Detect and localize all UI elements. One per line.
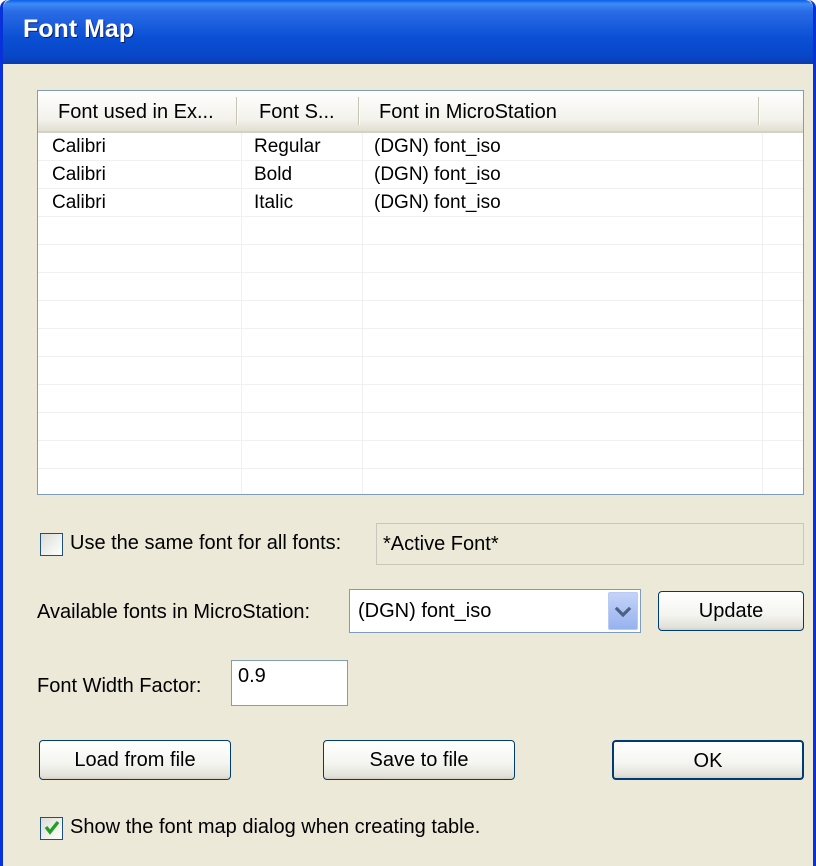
save-to-file-button[interactable]: Save to file [323, 740, 515, 780]
empty-row [38, 329, 803, 357]
update-button[interactable]: Update [658, 591, 804, 631]
empty-row [38, 273, 803, 301]
font-map-list[interactable]: Font used in Ex... Font S... Font in Mic… [37, 90, 804, 495]
cell-microstation-font: (DGN) font_iso [374, 192, 501, 213]
chevron-down-icon [614, 606, 632, 618]
empty-row [38, 245, 803, 273]
column-separator[interactable] [358, 97, 360, 125]
load-from-file-button[interactable]: Load from file [39, 740, 231, 780]
table-row[interactable]: Calibri Italic (DGN) font_iso [38, 189, 803, 217]
show-dialog-label: Show the font map dialog when creating t… [70, 816, 481, 838]
column-header-microstation-font[interactable]: Font in MicroStation [379, 91, 749, 133]
dropdown-selected-value: (DGN) font_iso [358, 600, 492, 622]
column-header-excel-font[interactable]: Font used in Ex... [58, 91, 238, 133]
same-font-field: *Active Font* [376, 523, 804, 565]
same-font-checkbox[interactable] [40, 533, 63, 556]
list-body: Calibri Regular (DGN) font_iso Calibri B… [38, 133, 803, 494]
available-fonts-label: Available fonts in MicroStation: [37, 601, 311, 623]
cell-font-style: Bold [254, 164, 293, 185]
cell-font-style: Regular [254, 136, 321, 157]
show-dialog-checkbox[interactable] [40, 817, 63, 840]
empty-row [38, 385, 803, 413]
empty-row [38, 441, 803, 469]
ok-button[interactable]: OK [612, 740, 804, 780]
width-factor-label: Font Width Factor: [37, 675, 202, 697]
cell-microstation-font: (DGN) font_iso [374, 164, 501, 185]
column-separator[interactable] [758, 97, 760, 125]
column-header-font-style[interactable]: Font S... [259, 91, 359, 133]
table-row[interactable]: Calibri Bold (DGN) font_iso [38, 161, 803, 189]
empty-row [38, 469, 803, 494]
cell-excel-font: Calibri [52, 164, 106, 185]
cell-microstation-font: (DGN) font_iso [374, 136, 501, 157]
available-fonts-dropdown[interactable]: (DGN) font_iso [349, 589, 641, 633]
cell-excel-font: Calibri [52, 192, 106, 213]
cell-excel-font: Calibri [52, 136, 106, 157]
list-header: Font used in Ex... Font S... Font in Mic… [38, 91, 803, 133]
checkmark-icon [44, 820, 60, 835]
dropdown-button[interactable] [608, 592, 638, 630]
font-map-dialog: Font Map Font used in Ex... Font S... Fo… [0, 0, 816, 866]
table-row[interactable]: Calibri Regular (DGN) font_iso [38, 133, 803, 161]
title-bar[interactable]: Font Map [3, 0, 813, 64]
column-separator[interactable] [236, 97, 238, 125]
window-title: Font Map [23, 15, 135, 43]
empty-row [38, 217, 803, 245]
cell-font-style: Italic [254, 192, 294, 213]
empty-row [38, 413, 803, 441]
same-font-label: Use the same font for all fonts: [70, 532, 342, 554]
empty-row [38, 301, 803, 329]
empty-row [38, 357, 803, 385]
width-factor-input[interactable]: 0.9 [231, 660, 348, 706]
